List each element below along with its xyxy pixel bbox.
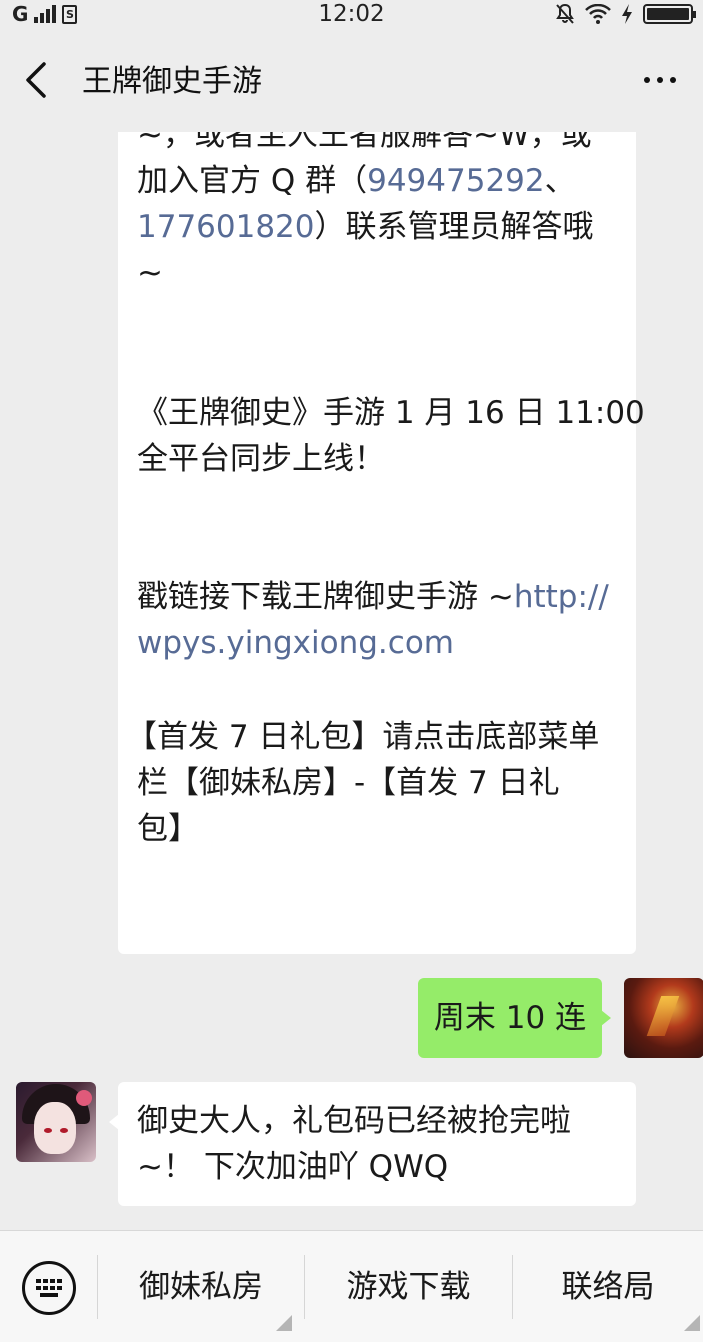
battery-icon (643, 4, 696, 24)
message-text: 【首发 7 日礼包】请点击底部菜单 (126, 719, 600, 755)
message-text: ~ (137, 255, 163, 291)
flower-icon (76, 1090, 92, 1106)
more-button[interactable] (635, 58, 685, 102)
mute-icon (556, 3, 574, 24)
user-avatar[interactable] (624, 978, 703, 1058)
message-text: 戳链接下载王牌御史手游 ~ (137, 579, 514, 615)
reply-message-bubble: 御史大人，礼包码已经被抢完啦 ~！ 下次加油吖 QWQ (109, 1082, 636, 1206)
message-text: 、 (544, 163, 576, 199)
article-line: 【首发 7 日礼包】请点击底部菜单 (126, 714, 599, 760)
chat-area[interactable]: ~，或者至人王者服解答~W，或 加入官方 Q 群（949475292、 177601… (0, 132, 703, 1230)
back-arrow-icon (26, 62, 46, 98)
submenu-indicator-icon (276, 1315, 292, 1331)
submenu-indicator-icon (684, 1315, 700, 1331)
account-avatar[interactable] (16, 1082, 96, 1162)
article-message-bubble: ~，或者至人王者服解答~W，或 加入官方 Q 群（949475292、 177601… (118, 132, 645, 954)
article-line: 《王牌御史》手游 1 月 16 日 11:00 (137, 390, 645, 436)
article-line: ~ (137, 250, 163, 296)
page-title: 王牌御史手游 (82, 64, 262, 99)
status-right (555, 2, 696, 26)
menu-item-yumei-sifang[interactable]: 御妹私房 (98, 1231, 304, 1342)
more-dots-icon (644, 77, 650, 83)
keyboard-icon (36, 1279, 62, 1297)
sent-message-bubble: 周末 10 连 (418, 978, 611, 1058)
article-line: 全平台同步上线！ (137, 436, 385, 482)
message-text: 栏【御妹私房】-【首发 7 日礼 (137, 765, 560, 801)
message-link[interactable]: 949475292 (367, 163, 545, 199)
article-line: 栏【御妹私房】-【首发 7 日礼 (137, 760, 560, 806)
message-text: 《王牌御史》手游 1 月 16 日 11:00 (137, 395, 645, 431)
status-bar: G S 12:02 (0, 0, 703, 28)
message-text: ~，或者至人王者服解答~W，或 (137, 132, 592, 153)
charging-icon (622, 4, 632, 24)
message-text: 包】 (137, 811, 199, 847)
menu-item-game-download[interactable]: 游戏下载 (305, 1231, 512, 1342)
article-line: ~，或者至人王者服解答~W，或 (137, 132, 592, 158)
article-line: 包】 (137, 806, 199, 852)
wifi-icon (585, 4, 611, 24)
message-link[interactable]: 177601820 (137, 209, 315, 245)
article-line: 加入官方 Q 群（949475292、 (137, 158, 576, 204)
reply-line: ~！ 下次加油吖 QWQ (137, 1149, 449, 1185)
message-text: ）联系管理员解答哦 (314, 209, 594, 245)
back-button[interactable] (16, 58, 60, 102)
article-line: wpys.yingxiong.com (137, 620, 454, 666)
message-text: 加入官方 Q 群（ (137, 163, 368, 199)
article-line: 戳链接下载王牌御史手游 ~http:// (137, 574, 609, 620)
message-text: 全平台同步上线！ (137, 441, 385, 477)
bottom-menu: 御妹私房 游戏下载 联络局 (0, 1230, 703, 1342)
title-bar: 王牌御史手游 (0, 28, 703, 132)
article-line: 177601820）联系管理员解答哦 (137, 204, 594, 250)
menu-item-contact[interactable]: 联络局 (513, 1231, 703, 1342)
keyboard-toggle-button[interactable] (22, 1261, 76, 1315)
message-link[interactable]: wpys.yingxiong.com (137, 625, 454, 661)
reply-line: 御史大人，礼包码已经被抢完啦 (137, 1103, 571, 1139)
message-link[interactable]: http:// (514, 579, 609, 615)
